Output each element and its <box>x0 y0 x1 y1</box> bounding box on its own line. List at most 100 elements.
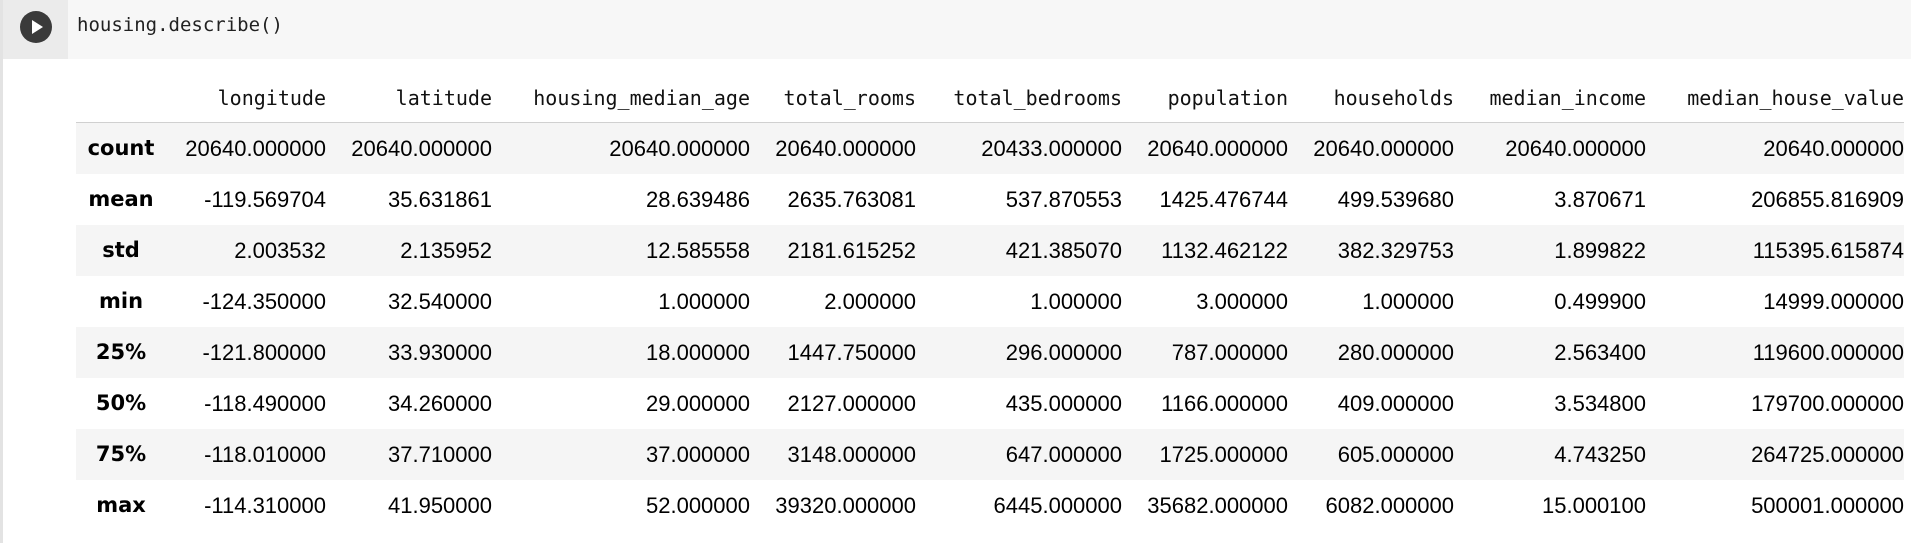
row-label: std <box>102 238 140 262</box>
table-cell: 15.000100 <box>1542 493 1646 518</box>
row-label: 75% <box>95 442 147 466</box>
table-row: count 20640.000000 20640.000000 20640.00000… <box>76 122 1904 174</box>
table-row: max -114.310000 41.950000 52.000000 39320.00… <box>76 480 1904 531</box>
table-cell: -119.569704 <box>204 187 326 212</box>
table-cell: 1166.000000 <box>1161 391 1288 416</box>
table-cell: 29.000000 <box>646 391 750 416</box>
table-cell: 20640.000000 <box>185 136 326 161</box>
table-cell: 20433.000000 <box>981 136 1122 161</box>
table-cell: 20640.000000 <box>351 136 492 161</box>
table-cell: 37.710000 <box>388 442 492 467</box>
table-cell: 1.000000 <box>1362 289 1454 314</box>
table-cell: 35682.000000 <box>1147 493 1288 518</box>
table-cell: 6082.000000 <box>1325 493 1454 518</box>
table-cell: 435.000000 <box>1005 391 1122 416</box>
table-cell: 2.563400 <box>1554 340 1646 365</box>
table-cell: 20640.000000 <box>1763 136 1904 161</box>
table-cell: 3.534800 <box>1554 391 1646 416</box>
row-label: max <box>96 493 146 517</box>
table-cell: -118.010000 <box>204 442 326 467</box>
cell-output: longitude latitude housing_median_age to… <box>76 75 1906 531</box>
table-cell: 6445.000000 <box>993 493 1122 518</box>
column-header: total_bedrooms <box>916 75 1122 123</box>
notebook-cell: housing.describe() longitude latitude ho… <box>0 0 1911 543</box>
table-cell: 499.539680 <box>1337 187 1454 212</box>
table-cell: 1132.462122 <box>1161 238 1288 263</box>
table-cell: -121.800000 <box>202 340 326 365</box>
table-row: std 2.003532 2.135952 12.585558 2181.615252 4… <box>76 225 1904 276</box>
table-cell: 2181.615252 <box>787 238 916 263</box>
table-cell: 3148.000000 <box>787 442 916 467</box>
table-cell: 2.135952 <box>400 238 492 263</box>
column-header: housing_median_age <box>492 75 750 123</box>
row-label: 25% <box>95 340 147 364</box>
table-cell: 605.000000 <box>1337 442 1454 467</box>
table-cell: 20640.000000 <box>1147 136 1288 161</box>
column-header: latitude <box>326 75 492 123</box>
table-cell: 37.000000 <box>646 442 750 467</box>
table-cell: 421.385070 <box>1005 238 1122 263</box>
row-label: mean <box>88 187 154 211</box>
column-header: population <box>1122 75 1288 123</box>
describe-table: longitude latitude housing_median_age to… <box>76 75 1904 531</box>
table-cell: 1725.000000 <box>1159 442 1288 467</box>
table-cell: 787.000000 <box>1171 340 1288 365</box>
table-cell: 3.000000 <box>1196 289 1288 314</box>
table-cell: 33.930000 <box>388 340 492 365</box>
table-cell: 20640.000000 <box>1313 136 1454 161</box>
column-header: median_income <box>1454 75 1646 123</box>
table-cell: 20640.000000 <box>775 136 916 161</box>
table-cell: 3.870671 <box>1554 187 1646 212</box>
code-line[interactable]: housing.describe() <box>77 14 283 36</box>
row-label: count <box>87 136 155 160</box>
table-cell: 115395.615874 <box>1752 238 1904 263</box>
table-row: 75% -118.010000 37.710000 37.000000 3148.000… <box>76 429 1904 480</box>
row-label: min <box>98 289 144 313</box>
row-label: 50% <box>95 391 147 415</box>
table-cell: 2127.000000 <box>787 391 916 416</box>
table-cell: 409.000000 <box>1337 391 1454 416</box>
table-cell: 52.000000 <box>646 493 750 518</box>
table-header-row: longitude latitude housing_median_age to… <box>76 75 1904 123</box>
column-header: median_house_value <box>1646 75 1904 123</box>
table-cell: 14999.000000 <box>1763 289 1904 314</box>
table-cell: 28.639486 <box>646 187 750 212</box>
table-cell: 35.631861 <box>388 187 492 212</box>
table-cell: 4.743250 <box>1554 442 1646 467</box>
table-cell: 1.000000 <box>658 289 750 314</box>
table-cell: 32.540000 <box>388 289 492 314</box>
table-cell: -118.490000 <box>204 391 326 416</box>
cell-focus-bar <box>0 0 3 543</box>
table-cell: 119600.000000 <box>1752 340 1904 365</box>
table-cell: 20640.000000 <box>609 136 750 161</box>
table-row: 25% -121.800000 33.930000 18.000000 1447.750… <box>76 327 1904 378</box>
table-cell: 2.000000 <box>824 289 916 314</box>
table-cell: 1.000000 <box>1030 289 1122 314</box>
code-editor[interactable]: housing.describe() <box>3 0 1911 59</box>
column-header: longitude <box>166 75 326 123</box>
table-cell: 264725.000000 <box>1751 442 1904 467</box>
table-cell: 39320.000000 <box>775 493 916 518</box>
table-body: count 20640.000000 20640.000000 20640.00000… <box>76 122 1904 531</box>
table-cell: 34.260000 <box>388 391 492 416</box>
run-gutter <box>3 0 68 59</box>
table-cell: -114.310000 <box>204 493 326 518</box>
table-cell: 41.950000 <box>388 493 492 518</box>
table-cell: 2.003532 <box>234 238 326 263</box>
play-icon <box>32 20 43 34</box>
table-row: min -124.350000 32.540000 1.000000 2.000000 1… <box>76 276 1904 327</box>
table-row: 50% -118.490000 34.260000 29.000000 2127.000… <box>76 378 1904 429</box>
table-cell: 280.000000 <box>1337 340 1454 365</box>
table-cell: 1447.750000 <box>787 340 916 365</box>
table-cell: 12.585558 <box>646 238 750 263</box>
table-cell: 179700.000000 <box>1751 391 1904 416</box>
table-cell: 500001.000000 <box>1751 493 1904 518</box>
table-cell: 296.000000 <box>1005 340 1122 365</box>
table-cell: 20640.000000 <box>1505 136 1646 161</box>
index-header <box>76 75 166 123</box>
run-cell-button[interactable] <box>20 11 52 43</box>
table-cell: 206855.816909 <box>1751 187 1904 212</box>
table-cell: 1425.476744 <box>1159 187 1288 212</box>
column-header: total_rooms <box>750 75 916 123</box>
table-cell: 647.000000 <box>1005 442 1122 467</box>
